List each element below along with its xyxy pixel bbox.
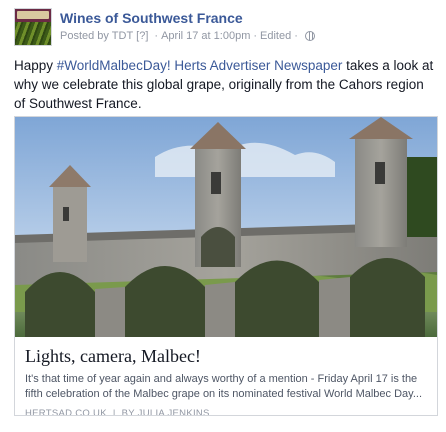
mention-link[interactable]: Herts Advertiser Newspaper [174,58,342,73]
link-source: HERTSAD.CO.UK | BY JULIA JENKINS [25,408,427,416]
page-avatar[interactable] [14,8,52,46]
message-prefix: Happy [14,58,57,73]
avatar-logo-label [17,11,49,19]
dot-separator: · [154,30,159,42]
post-subline: Posted by TDT [?] · April 17 at 1:00pm ·… [60,28,315,44]
dot-separator: · [294,30,298,42]
post-message: Happy #WorldMalbecDay! Herts Advertiser … [14,56,438,113]
page-name-link[interactable]: Wines of Southwest France [60,10,315,27]
hashtag-link[interactable]: #WorldMalbecDay! [57,58,171,73]
link-preview-image[interactable] [15,117,437,337]
avatar-vineyard-rows [15,22,51,45]
dot-separator: · [253,30,258,42]
link-domain: HERTSAD.CO.UK [25,408,107,416]
link-preview-body[interactable]: Lights, camera, Malbec! It's that time o… [15,337,437,416]
link-title[interactable]: Lights, camera, Malbec! [25,345,427,367]
post-header: Wines of Southwest France Posted by TDT … [14,8,315,46]
globe-icon[interactable] [304,31,315,41]
post-meta: Wines of Southwest France Posted by TDT … [60,8,315,44]
link-byline: BY JULIA JENKINS [121,408,210,416]
valentre-bridge-photo [15,117,437,337]
link-preview-card[interactable]: Lights, camera, Malbec! It's that time o… [14,116,438,416]
link-description: It's that time of year again and always … [25,373,423,400]
posted-by[interactable]: Posted by TDT [60,28,133,44]
post-timestamp[interactable]: April 17 at 1:00pm [161,28,250,44]
source-separator: | [112,408,116,416]
edit-marker: [?] [136,30,149,42]
edited-label[interactable]: Edited [260,28,291,44]
